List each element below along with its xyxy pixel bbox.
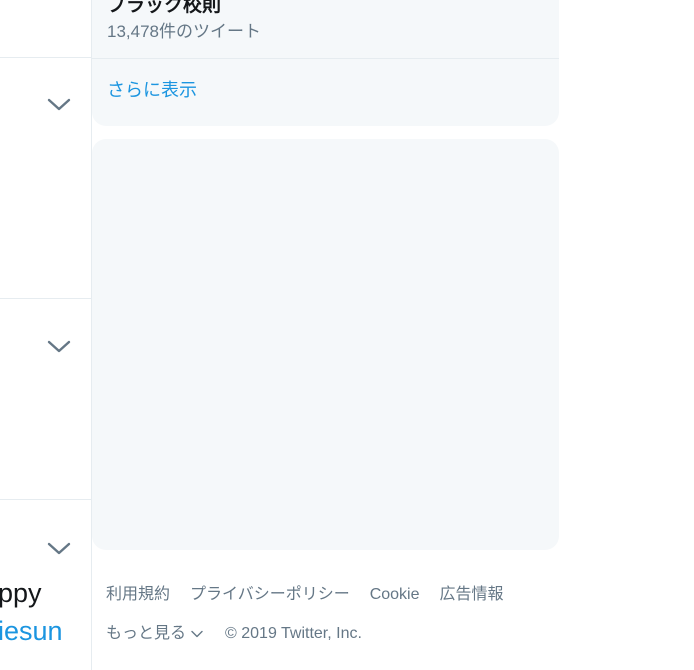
- ads-info-link[interactable]: 広告情報: [440, 584, 504, 606]
- chevron-down-icon[interactable]: [46, 540, 72, 558]
- more-label: もっと見る: [106, 625, 187, 642]
- tweet[interactable]: [0, 0, 91, 58]
- page: ppy iesun ブラック校則 13,478件のツイート さらに表示 利用規約…: [0, 0, 694, 670]
- privacy-policy-link[interactable]: プライバシーポリシー: [190, 584, 350, 606]
- chevron-down-icon: [191, 630, 203, 638]
- tweet[interactable]: [0, 299, 91, 500]
- tweet[interactable]: ppy iesun: [0, 500, 91, 670]
- placeholder-card: [92, 139, 559, 550]
- show-more-link[interactable]: さらに表示: [107, 78, 197, 102]
- trends-card: ブラック校則 13,478件のツイート さらに表示: [92, 0, 559, 126]
- tweet[interactable]: [0, 58, 91, 299]
- terms-link[interactable]: 利用規約: [106, 584, 170, 606]
- footer-meta: もっと見る © 2019 Twitter, Inc.: [106, 623, 362, 645]
- tweet-text: ppy: [0, 578, 42, 608]
- tweet-mention-link[interactable]: iesun: [0, 615, 63, 647]
- chevron-down-icon[interactable]: [46, 96, 72, 114]
- cookie-link[interactable]: Cookie: [370, 584, 420, 606]
- timeline-column: ppy iesun: [0, 0, 92, 670]
- trend-tweet-count: 13,478件のツイート: [107, 22, 261, 41]
- more-button[interactable]: もっと見る: [106, 623, 203, 645]
- chevron-down-icon[interactable]: [46, 338, 72, 356]
- copyright: © 2019 Twitter, Inc.: [225, 625, 362, 642]
- footer-links: 利用規約 プライバシーポリシー Cookie 広告情報: [106, 584, 524, 606]
- divider: [92, 58, 559, 59]
- trend-name[interactable]: ブラック校則: [107, 0, 221, 18]
